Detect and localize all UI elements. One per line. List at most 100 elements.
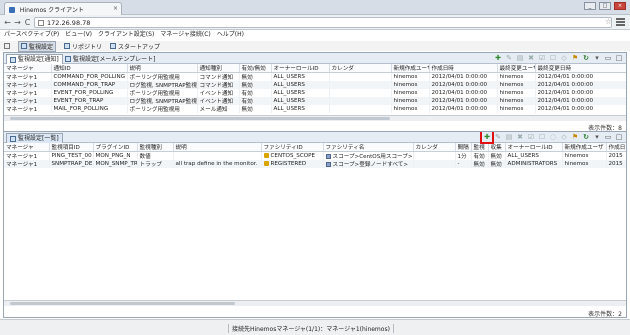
perspective-monitor-settings[interactable]: 監視設定 <box>18 40 57 52</box>
refresh-icon[interactable]: ↻ <box>582 133 590 141</box>
minimize-view-icon[interactable]: ▭ <box>604 54 612 62</box>
facility-name: スコープ>登録ノードすべて> <box>332 162 409 168</box>
cell <box>329 81 392 89</box>
menu-help[interactable]: ヘルプ(H) <box>217 30 244 40</box>
delete-icon[interactable]: ✖ <box>527 54 535 62</box>
delete-icon[interactable]: ✖ <box>516 133 524 141</box>
column-header[interactable]: プラグインID <box>93 143 138 152</box>
column-header[interactable]: マネージャ <box>4 143 50 152</box>
minimize-view-icon[interactable]: ▭ <box>604 133 612 141</box>
column-header[interactable]: 作成日時 <box>429 64 498 73</box>
reload-button[interactable]: C <box>23 18 32 27</box>
column-header[interactable]: 作成日 <box>606 143 626 152</box>
horizontal-scrollbar[interactable] <box>4 300 626 306</box>
column-header[interactable]: オーナーロールID <box>505 143 563 152</box>
cell: スコープ>CentOS用スコープ> <box>323 151 414 160</box>
tab-mail-template[interactable]: 監視設定[メールテンプレート] <box>62 54 159 64</box>
cell: hinemos <box>497 72 536 81</box>
cell: hinemos <box>391 72 430 81</box>
perspective-repository[interactable]: リポジトリ <box>64 42 102 51</box>
table-row[interactable]: マネージャ1 MAIL_FOR_POLLING ポーリング用監視用 メール通知 … <box>4 105 626 113</box>
cell: ALL_USERS <box>505 151 563 160</box>
close-tab-icon[interactable]: × <box>113 5 118 12</box>
column-header[interactable]: ファシリティ名 <box>323 143 414 152</box>
scrollbar-thumb[interactable] <box>10 302 235 305</box>
table-row[interactable]: マネージャ1 EVENT_FOR_POLLING ポーリング用監視用 イベント通… <box>4 89 626 97</box>
refresh-icon[interactable]: ↻ <box>582 54 590 62</box>
table-row[interactable]: マネージャ1 PING_TEST_00 MON_PNG_N 数値 CENTOS_… <box>4 151 626 160</box>
menu-perspective[interactable]: パースペクティブ(P) <box>4 30 59 40</box>
enable-icon[interactable]: ☑ <box>527 133 535 141</box>
cell: - <box>455 160 472 168</box>
add-icon[interactable]: ✚ <box>494 54 502 62</box>
add-monitor-icon[interactable]: ✚ <box>480 132 494 144</box>
column-header[interactable]: 新規作成ユーザ <box>562 143 607 152</box>
cell: MON_SNMP_TR <box>93 160 138 168</box>
cell: ポーリング用監視用 <box>127 105 198 113</box>
edit-icon[interactable]: ✎ <box>505 54 513 62</box>
minimize-button[interactable]: _ <box>584 2 596 10</box>
column-header[interactable]: マネージャ <box>4 64 52 73</box>
perspective-startup[interactable]: スタートアップ <box>110 42 160 51</box>
browser-menu-icon[interactable] <box>616 18 625 26</box>
column-header[interactable]: 監視項目ID <box>49 143 94 152</box>
copy-icon[interactable]: ▤ <box>505 133 513 141</box>
view-menu-icon[interactable]: ▾ <box>593 54 601 62</box>
column-header[interactable]: 最終変更ユーザ <box>497 64 536 73</box>
scope-icon <box>325 154 331 159</box>
column-header[interactable]: オーナーロールID <box>271 64 330 73</box>
column-header[interactable]: 新規作成ユーザ <box>391 64 430 73</box>
back-button[interactable]: ← <box>3 18 12 27</box>
url-field[interactable]: 172.26.98.78 <box>34 17 612 28</box>
column-header[interactable]: 有効/無効 <box>239 64 272 73</box>
table-row[interactable]: マネージャ1 COMMAND_FOR_TRAP ログ監視, SNMPTRAP監視… <box>4 81 626 89</box>
column-header[interactable]: カレンダ <box>413 143 456 152</box>
cell: ALL_USERS <box>271 72 330 81</box>
bookmark-star-icon[interactable]: ☆ <box>605 17 612 26</box>
table-row[interactable]: マネージャ1 COMMAND_FOR_POLLING ポーリング用監視用 コマン… <box>4 72 626 81</box>
disable-icon[interactable]: ☐ <box>538 133 546 141</box>
object-privilege-icon[interactable]: ◇ <box>560 133 568 141</box>
scrollbar-thumb[interactable] <box>10 117 390 120</box>
menu-view[interactable]: ビュー(V) <box>65 30 92 40</box>
column-header[interactable]: 通知種別 <box>197 64 240 73</box>
column-header[interactable]: 最終変更日時 <box>535 64 626 73</box>
clear-icon[interactable]: ◌ <box>549 133 557 141</box>
cell: PING_TEST_00 <box>49 151 94 160</box>
maximize-button[interactable]: □ <box>599 2 611 10</box>
column-header[interactable]: カレンダ <box>329 64 392 73</box>
horizontal-scrollbar[interactable] <box>4 115 626 121</box>
edit-icon[interactable]: ✎ <box>494 133 502 141</box>
view-menu-icon[interactable]: ▾ <box>593 133 601 141</box>
copy-icon[interactable]: ▤ <box>516 54 524 62</box>
forward-button[interactable]: → <box>13 18 22 27</box>
tab-monitor-list[interactable]: 監視設定[一覧] <box>6 133 63 143</box>
maximize-view-icon[interactable]: □ <box>615 54 623 62</box>
tab-notification[interactable]: 監視設定[通知] <box>6 54 63 64</box>
maximize-view-icon[interactable]: □ <box>615 133 623 141</box>
table-header: マネージャ 監視項目ID プラグインID 監視種別 説明 ファシリティID ファ… <box>4 143 626 152</box>
column-header[interactable]: 説明 <box>173 143 262 152</box>
column-header[interactable]: 収集 <box>488 143 506 152</box>
cell <box>173 151 262 160</box>
close-window-button[interactable]: × <box>614 2 626 10</box>
column-header[interactable]: ファシリティID <box>261 143 324 152</box>
object-privilege-icon[interactable]: ◇ <box>560 54 568 62</box>
scope-icon <box>325 162 331 167</box>
menu-client-settings[interactable]: クライアント設定(S) <box>98 30 154 40</box>
table-row[interactable]: マネージャ1 SNMPTRAP_DE MON_SNMP_TR トラップ all … <box>4 160 626 168</box>
table-row[interactable]: マネージャ1 EVENT_FOR_TRAP ログ監視, SNMPTRAP監視用 … <box>4 97 626 105</box>
column-header[interactable]: 説明 <box>127 64 198 73</box>
filter-icon[interactable]: ⚑ <box>571 54 579 62</box>
filter-icon[interactable]: ⚑ <box>571 133 579 141</box>
browser-tab[interactable]: Hinemos クライアント × <box>4 2 122 15</box>
menu-manager-connection[interactable]: マネージャ接続(C) <box>160 30 210 40</box>
open-perspective-icon[interactable] <box>4 43 10 49</box>
column-header[interactable]: 監視 <box>471 143 489 152</box>
column-header[interactable]: 通知ID <box>51 64 128 73</box>
disable-icon[interactable]: ☐ <box>549 54 557 62</box>
enable-icon[interactable]: ☑ <box>538 54 546 62</box>
monitor-settings-icon <box>21 43 27 49</box>
column-header[interactable]: 監視種別 <box>137 143 174 152</box>
column-header[interactable]: 間隔 <box>455 143 472 152</box>
